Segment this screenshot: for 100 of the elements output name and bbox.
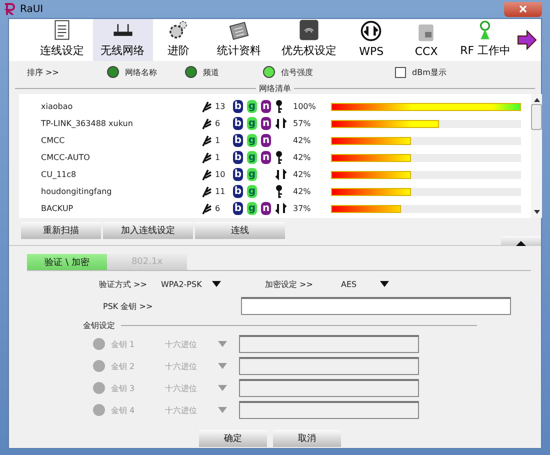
channel-number: 11: [215, 187, 226, 196]
mode-badge: g: [247, 100, 257, 113]
toolbar-tab[interactable]: CCX: [398, 19, 454, 61]
window-title: RaUI: [20, 4, 44, 14]
radio-label: 信号强度: [281, 66, 313, 78]
field-label: PSK 金钥 >>: [103, 300, 154, 312]
channel-number: 13: [215, 102, 226, 111]
channel-number: 1: [215, 136, 222, 145]
dropdown-value[interactable]: AES: [341, 280, 357, 288]
dialog-button[interactable]: 取消: [273, 430, 341, 447]
dropdown-arrow-icon[interactable]: [212, 281, 221, 287]
dropdown-arrow-icon: [218, 341, 227, 347]
section-title: 金钥设定: [83, 320, 115, 330]
network-row[interactable]: BACKUP 6 b g n 37%: [19, 200, 531, 217]
mode-badge: n: [261, 134, 271, 147]
mode-badge: b: [233, 202, 243, 215]
dropdown-value: 十六进位: [165, 404, 197, 416]
radio-button[interactable]: [107, 66, 119, 78]
close-button[interactable]: [504, 2, 542, 16]
key-icon: [275, 100, 283, 113]
key-icon: [275, 185, 283, 198]
network-name: CU_11c8: [41, 170, 78, 179]
scroll-down-icon[interactable]: [534, 210, 540, 214]
scrollbar[interactable]: [531, 94, 542, 218]
next-arrow-icon[interactable]: [517, 30, 537, 50]
channel-number: 6: [215, 204, 222, 213]
network-row[interactable]: CMCC-AUTO 1 b g n 42%: [19, 149, 531, 166]
antenna-signal-icon: [201, 151, 213, 164]
sort-label: 排序 >>: [27, 66, 60, 78]
dropdown-value: 十六进位: [165, 382, 197, 394]
key-icon: [275, 151, 283, 164]
dropdown-arrow-icon: [218, 407, 227, 413]
signal-percent: 42%: [293, 136, 312, 145]
app-logo-icon: [4, 3, 16, 15]
radio-button[interactable]: [185, 66, 197, 78]
dropdown-value[interactable]: WPA2-PSK: [161, 280, 202, 288]
antenna-signal-icon: [201, 100, 213, 113]
mode-badge: b: [233, 168, 243, 181]
signal-percent: 42%: [293, 170, 312, 179]
scroll-up-icon[interactable]: [534, 98, 540, 102]
mode-badge: g: [247, 185, 257, 198]
toolbar-tab[interactable]: 无线网络: [92, 19, 152, 61]
toolbar-tab[interactable]: WPS: [344, 19, 399, 61]
mode-badge: n: [261, 151, 271, 164]
dropdown-value: 十六进位: [165, 338, 197, 350]
mode-badge: g: [247, 117, 257, 130]
toolbar-tab[interactable]: 进阶: [152, 19, 204, 61]
toolbar-tab[interactable]: RF 工作中: [454, 19, 517, 61]
mode-badge: g: [247, 168, 257, 181]
field-label: 加密设定 >>: [265, 278, 314, 290]
network-row[interactable]: houdongitingfang 11 b g 42%: [19, 183, 531, 200]
mode-badge: g: [247, 151, 257, 164]
channel-number: 10: [215, 170, 226, 179]
network-row[interactable]: xiaobao 13 b g n 100%: [19, 98, 531, 115]
toolbar-tab[interactable]: 连线设定: [31, 19, 93, 61]
checkbox[interactable]: [395, 66, 406, 78]
psk-input-field[interactable]: [241, 297, 511, 315]
action-button[interactable]: 连线: [195, 222, 285, 239]
antenna-signal-icon: [201, 202, 213, 215]
network-row[interactable]: CMCC 1 b g n 42%: [19, 132, 531, 149]
channel-number: 1: [215, 153, 222, 162]
network-name: xiaobao: [41, 102, 74, 111]
mode-badge: b: [233, 117, 243, 130]
network-name: CMCC: [41, 136, 66, 145]
tab[interactable]: 验证 \ 加密: [27, 254, 107, 270]
up-arrow-icon: [516, 241, 526, 246]
network-name: BACKUP: [41, 204, 74, 213]
scrollbar-thumb[interactable]: [531, 104, 542, 130]
dropdown-arrow-icon[interactable]: [380, 281, 389, 287]
mode-badge: n: [261, 202, 271, 215]
network-row[interactable]: TP-LINK_363488 xukun 6 b g n 57%: [19, 115, 531, 132]
action-button[interactable]: 加入连线设定: [103, 222, 193, 239]
network-name: houdongitingfang: [41, 187, 113, 196]
mode-badge: b: [233, 100, 243, 113]
dropdown-arrow-icon: [218, 363, 227, 369]
radio-label: 金钥 4: [111, 404, 136, 416]
signal-percent: 42%: [293, 153, 312, 162]
checkbox-label: dBm显示: [412, 66, 446, 78]
mode-badge: b: [233, 151, 243, 164]
network-name: TP-LINK_363488 xukun: [41, 119, 134, 128]
mode-badge: n: [261, 117, 271, 130]
signal-percent: 100%: [293, 102, 317, 111]
field-label: 验证方式 >>: [99, 278, 148, 290]
dialog-button[interactable]: 确定: [199, 430, 267, 447]
radio-label: 频道: [203, 66, 219, 78]
group-title: 网络清单: [258, 83, 292, 94]
toolbar-tab[interactable]: 优先权设定: [274, 19, 344, 61]
collapse-button[interactable]: [501, 236, 541, 246]
rotating-arrows-icon: [275, 202, 287, 215]
toolbar-tab[interactable]: 统计资料: [204, 19, 274, 61]
dropdown-value: 十六进位: [165, 360, 197, 372]
antenna-signal-icon: [201, 117, 213, 130]
antenna-signal-icon: [201, 168, 213, 181]
signal-percent: 37%: [293, 204, 312, 213]
radio-button[interactable]: [263, 66, 275, 78]
action-button[interactable]: 重新扫描: [21, 222, 101, 239]
radio-label: 网络名称: [125, 66, 157, 78]
signal-percent: 42%: [293, 187, 312, 196]
rotating-arrows-icon: [275, 168, 287, 181]
network-row[interactable]: CU_11c8 10 b g 42%: [19, 166, 531, 183]
